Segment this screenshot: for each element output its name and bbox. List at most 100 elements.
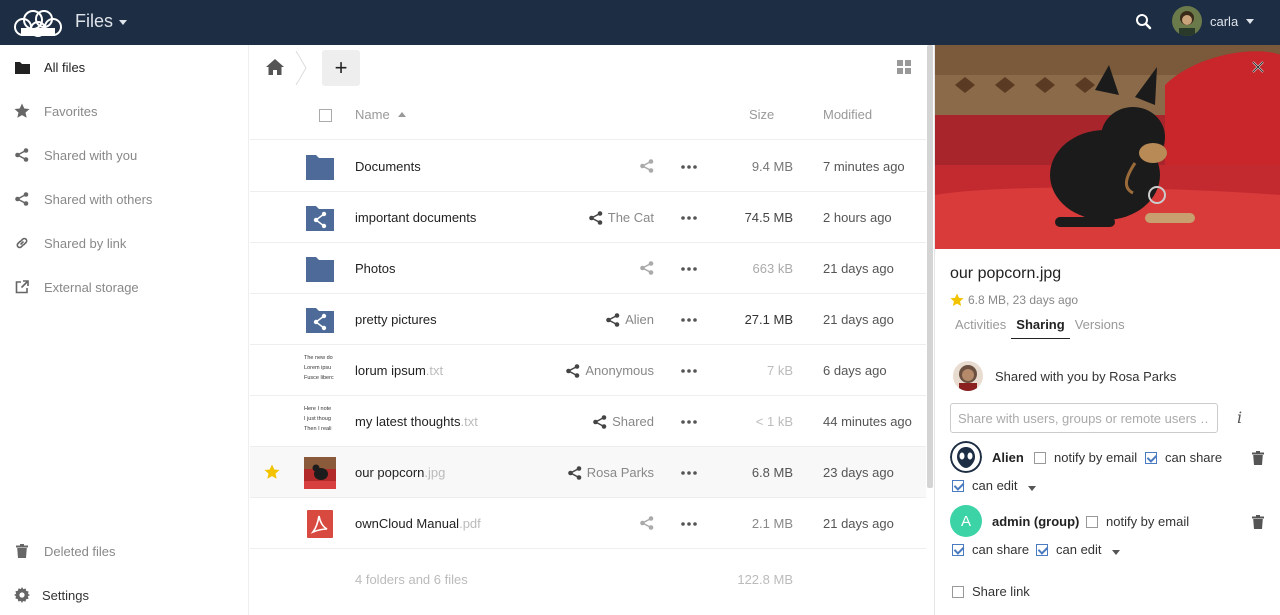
more-options-icon[interactable]	[680, 362, 698, 380]
more-options-icon[interactable]	[680, 413, 698, 431]
can-share-checkbox[interactable]: can share	[952, 542, 1029, 557]
file-summary: 4 folders and 6 files 122.8 MB	[250, 558, 926, 598]
sidebar-item-external-storage[interactable]: External storage	[0, 267, 249, 307]
file-size: < 1 kB	[755, 414, 793, 429]
share-action[interactable]	[640, 159, 654, 173]
table-row[interactable]: our popcorn.jpg Rosa Parks 6.8 MB 23 day…	[250, 447, 926, 498]
file-name: Photos	[355, 261, 396, 276]
can-edit-checkbox[interactable]: can edit	[1036, 542, 1102, 557]
chevron-down-icon[interactable]	[1028, 486, 1036, 491]
file-size: 27.1 MB	[744, 312, 793, 327]
user-avatar	[1172, 6, 1202, 36]
share-icon	[606, 312, 620, 327]
more-options-icon[interactable]	[680, 209, 698, 227]
share-action[interactable]: Anonymous	[566, 363, 654, 378]
sidebar-item-favorites[interactable]: Favorites	[0, 91, 249, 131]
column-header-modified[interactable]: Modified	[823, 107, 872, 122]
sidebar-item-deleted-files[interactable]: Deleted files	[0, 531, 249, 571]
can-share-checkbox[interactable]: can share	[1145, 450, 1222, 465]
more-options-icon[interactable]	[680, 464, 698, 482]
user-menu[interactable]: carla	[1172, 6, 1255, 36]
summary-count: 4 folders and 6 files	[355, 572, 468, 587]
favorite-star-icon[interactable]	[264, 464, 280, 480]
sidebar-item-label: Shared with others	[44, 191, 153, 207]
share-action[interactable]	[640, 516, 654, 530]
tab-versions[interactable]: Versions	[1070, 317, 1130, 339]
text-file-thumbnail: Here I note I just thoug Then I reali	[304, 406, 332, 432]
favorite-star-icon[interactable]	[950, 293, 964, 307]
app-menu[interactable]: Files	[75, 11, 128, 32]
more-options-icon[interactable]	[680, 260, 698, 278]
share-recipient-name: Alien	[992, 450, 1024, 465]
share-action[interactable]: The Cat	[588, 210, 654, 225]
sidebar-item-label: All files	[44, 59, 86, 75]
shared-folder-icon	[306, 308, 334, 333]
owner-avatar	[953, 361, 983, 391]
chevron-down-icon[interactable]	[1112, 550, 1120, 555]
select-all-checkbox[interactable]	[319, 109, 332, 122]
can-edit-checkbox[interactable]: can edit	[952, 478, 1018, 493]
more-options-icon[interactable]	[680, 311, 698, 329]
share-entry-admin-group: A admin (group) notify by email can shar…	[950, 505, 1266, 565]
tab-sharing[interactable]: Sharing	[1011, 317, 1070, 339]
folder-icon	[306, 257, 334, 282]
share-action[interactable]	[640, 261, 654, 275]
plus-icon: +	[334, 55, 348, 80]
sidebar-item-label: External storage	[44, 279, 139, 295]
column-header-name: Name	[355, 107, 390, 122]
file-size: 9.4 MB	[751, 159, 793, 174]
home-icon[interactable]	[266, 59, 284, 75]
details-panel: our popcorn.jpg 6.8 MB, 23 days ago Acti…	[934, 45, 1280, 615]
file-name: pretty pictures	[355, 312, 437, 327]
details-title: our popcorn.jpg	[950, 265, 1062, 282]
more-options-icon[interactable]	[680, 515, 698, 533]
file-name: our popcorn.jpg	[355, 465, 446, 480]
sidebar-item-settings[interactable]: Settings	[0, 575, 249, 615]
more-options-icon[interactable]	[680, 158, 698, 176]
table-row[interactable]: Here I note I just thoug Then I reali my…	[250, 396, 926, 447]
trash-icon[interactable]	[1252, 515, 1264, 529]
tab-activities[interactable]: Activities	[950, 317, 1011, 339]
info-icon[interactable]: i	[1237, 410, 1247, 426]
table-row[interactable]: The new do Lorem ipsu Fusce liberc lorum…	[250, 345, 926, 396]
grid-view-icon[interactable]	[897, 60, 911, 74]
app-name: Files	[75, 11, 114, 31]
scrollbar[interactable]	[927, 45, 933, 488]
notify-by-email-checkbox[interactable]: notify by email	[1086, 514, 1189, 529]
share-entry-alien: Alien notify by email can share can edit	[950, 441, 1266, 501]
share-with-input[interactable]	[950, 403, 1218, 433]
sidebar-item-shared-with-you[interactable]: Shared with you	[0, 135, 249, 175]
column-header-size[interactable]: Size	[749, 107, 774, 122]
sidebar-item-shared-with-others[interactable]: Shared with others	[0, 179, 249, 219]
trash-icon[interactable]	[1252, 451, 1264, 465]
summary-total-size: 122.8 MB	[737, 572, 793, 587]
table-row[interactable]: Documents 9.4 MB 7 minutes ago	[250, 141, 926, 192]
share-owner: Anonymous	[585, 363, 654, 378]
owncloud-logo-icon[interactable]	[11, 8, 63, 38]
sort-by-name[interactable]: Name	[355, 107, 406, 122]
details-meta: 6.8 MB, 23 days ago	[950, 293, 1078, 307]
share-icon	[14, 147, 30, 163]
notify-by-email-checkbox[interactable]: notify by email	[1034, 450, 1137, 465]
search-icon[interactable]	[1134, 12, 1154, 32]
share-owner: Rosa Parks	[586, 465, 654, 480]
share-icon	[567, 465, 582, 480]
table-row[interactable]: ownCloud Manual.pdf 2.1 MB 21 days ago	[250, 498, 926, 549]
share-action[interactable]: Alien	[606, 312, 654, 327]
file-modified: 21 days ago	[823, 312, 894, 327]
share-icon	[640, 516, 654, 530]
file-modified: 23 days ago	[823, 465, 894, 480]
table-row[interactable]: Photos 663 kB 21 days ago	[250, 243, 926, 294]
new-button[interactable]: +	[322, 50, 360, 86]
table-row[interactable]: important documents The Cat 74.5 MB 2 ho…	[250, 192, 926, 243]
shared-by-info: Shared with you by Rosa Parks	[953, 361, 1176, 391]
sidebar-item-shared-by-link[interactable]: Shared by link	[0, 223, 249, 263]
share-action[interactable]: Shared	[593, 414, 654, 429]
share-link-checkbox[interactable]: Share link	[952, 584, 1030, 599]
share-action[interactable]: Rosa Parks	[567, 465, 654, 480]
table-row[interactable]: pretty pictures Alien 27.1 MB 21 days ag…	[250, 294, 926, 345]
folder-icon	[14, 59, 30, 75]
sidebar-item-all-files[interactable]: All files	[0, 47, 249, 87]
close-icon[interactable]	[1251, 60, 1265, 74]
share-icon	[588, 210, 603, 225]
